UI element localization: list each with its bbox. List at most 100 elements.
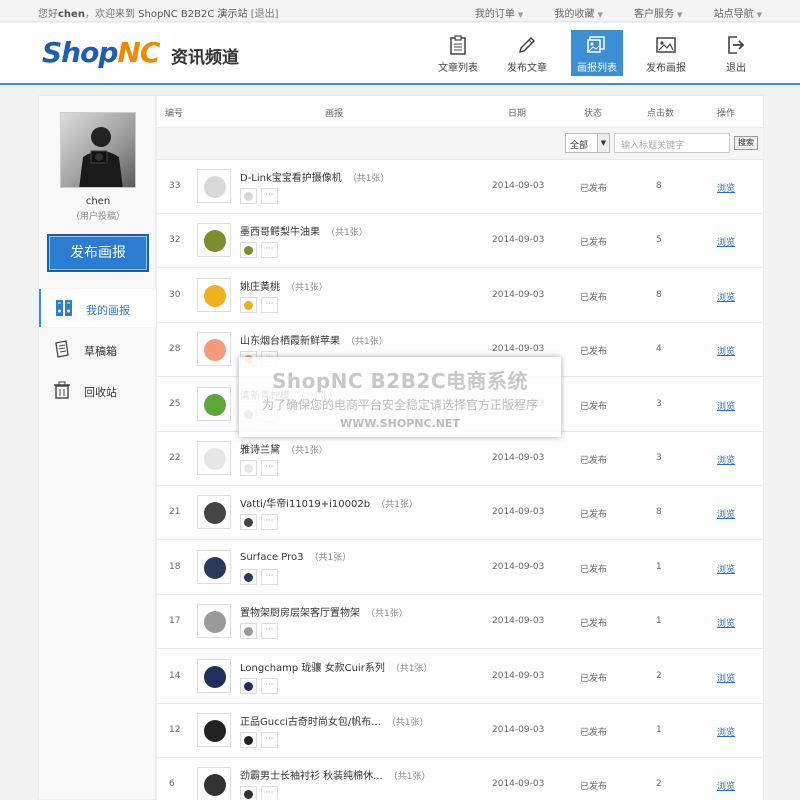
- nav-publish-picture-button[interactable]: 发布画报: [640, 30, 692, 76]
- more-thumbnails-button[interactable]: ···: [261, 188, 278, 204]
- picture-thumbnail[interactable]: [197, 549, 231, 584]
- picture-title[interactable]: D-Link宝宝看护摄像机 （共1张）: [240, 169, 390, 184]
- chevron-down-icon: ▼: [756, 11, 762, 19]
- picture-thumbnail[interactable]: [197, 169, 231, 203]
- status-select[interactable]: 全部 ▼: [565, 133, 610, 153]
- picture-title[interactable]: 山东烟台栖霞新鲜苹果 （共1张）: [240, 332, 388, 347]
- nav-publish-article-button[interactable]: 发布文章: [501, 30, 553, 76]
- logout-link[interactable]: [退出]: [251, 9, 279, 20]
- view-link[interactable]: 浏览: [717, 671, 735, 684]
- mini-thumbnail[interactable]: [240, 568, 257, 585]
- header-clicks: 点击数: [647, 109, 675, 119]
- more-thumbnails-button[interactable]: ···: [261, 677, 278, 694]
- sidebar-item-my-pictures[interactable]: 我的画报: [39, 289, 157, 327]
- picture-title[interactable]: Longchamp 珑骧 女款Cuir系列 （共1张）: [240, 659, 433, 674]
- row-id: 14: [169, 670, 181, 681]
- row-status: 已发布: [580, 673, 608, 684]
- view-link[interactable]: 浏览: [717, 562, 735, 575]
- mini-thumbnail-image: [244, 790, 253, 800]
- picture-title[interactable]: Surface Pro3 （共1张）: [240, 550, 351, 563]
- picture-thumbnail[interactable]: [197, 277, 231, 312]
- row-date: 2014-09-03: [492, 235, 545, 246]
- picture-thumbnail[interactable]: [197, 495, 231, 530]
- mini-thumbnail[interactable]: [240, 732, 257, 748]
- picture-thumbnail[interactable]: [197, 713, 231, 747]
- row-date: 2014-09-03: [492, 181, 545, 191]
- mini-thumbnail[interactable]: [240, 623, 257, 640]
- more-thumbnails-button[interactable]: ···: [261, 460, 278, 476]
- mini-thumbnail[interactable]: [240, 786, 257, 800]
- watermark-url: WWW.SHOPNC.NET: [340, 417, 460, 430]
- view-link[interactable]: 浏览: [717, 235, 735, 248]
- mini-thumbnail[interactable]: [240, 242, 257, 259]
- row-date: 2014-09-03: [492, 616, 545, 627]
- username-link[interactable]: chen: [58, 9, 85, 20]
- picture-thumbnail[interactable]: [197, 223, 231, 258]
- mini-thumbnail[interactable]: [240, 514, 257, 531]
- my-favorites-link[interactable]: 我的收藏 ▼: [540, 9, 602, 20]
- site-name-link[interactable]: ShopNC B2B2C 演示站: [138, 9, 247, 20]
- row-status: 已发布: [580, 619, 608, 630]
- picture-thumbnail[interactable]: [197, 658, 231, 693]
- picture-title[interactable]: 置物架厨房层架客厅置物架 （共1张）: [240, 604, 408, 619]
- mini-thumbnail[interactable]: [240, 460, 257, 476]
- more-thumbnails-button[interactable]: ···: [261, 786, 278, 800]
- table-row: 12 正品Gucci古奇时尚女包/帆布... （共1张） ··· 2014-09-03 已…: [157, 704, 763, 758]
- view-link[interactable]: 浏览: [717, 779, 735, 792]
- more-thumbnails-button[interactable]: ···: [261, 514, 278, 531]
- picture-frame-icon: [656, 37, 676, 53]
- sidebar-item-recycle-bin[interactable]: 回收站: [39, 371, 157, 409]
- picture-title[interactable]: 雅诗兰黛 （共1张）: [240, 441, 328, 456]
- nav-exit-button[interactable]: 退出: [710, 30, 762, 76]
- top-links: 我的订单 ▼ 我的收藏 ▼ 客户服务 ▼ 站点导航 ▼: [447, 5, 762, 20]
- more-thumbnails-button[interactable]: ···: [261, 242, 278, 259]
- thumbnail-image: [204, 556, 226, 579]
- picture-thumbnail[interactable]: [197, 386, 231, 421]
- mini-thumbnail-image: [244, 736, 253, 745]
- nav-picture-list-button[interactable]: 画报列表: [571, 30, 623, 76]
- my-orders-link[interactable]: 我的订单 ▼: [461, 9, 523, 20]
- picture-thumbnail[interactable]: [197, 441, 231, 475]
- view-link[interactable]: 浏览: [717, 725, 735, 738]
- shopnc-logo[interactable]: ShopNC: [42, 36, 160, 69]
- picture-title[interactable]: 劲霸男士长袖衬衫 秋装纯棉休... （共1张）: [240, 767, 430, 782]
- view-link[interactable]: 浏览: [717, 399, 735, 412]
- publish-picture-button[interactable]: 发布画报: [47, 234, 149, 272]
- search-button[interactable]: 搜索: [734, 136, 758, 150]
- more-thumbnails-button[interactable]: ···: [261, 623, 278, 640]
- row-clicks: 5: [656, 235, 662, 246]
- keyword-input[interactable]: 输入标题关键字: [614, 133, 730, 153]
- view-link[interactable]: 浏览: [717, 290, 735, 303]
- view-link[interactable]: 浏览: [717, 344, 735, 357]
- view-link[interactable]: 浏览: [717, 616, 735, 629]
- picture-count: （共1张）: [390, 663, 433, 674]
- view-link[interactable]: 浏览: [717, 453, 735, 466]
- avatar[interactable]: [60, 112, 136, 188]
- picture-title[interactable]: Vatti/华帝i11019+i10002b （共1张）: [240, 495, 418, 510]
- row-status: 已发布: [580, 347, 608, 358]
- row-clicks: 3: [656, 398, 662, 409]
- table-row: 6 劲霸男士长袖衬衫 秋装纯棉休... （共1张） ··· 2014-09-03 已发布 2…: [157, 758, 763, 800]
- more-thumbnails-button[interactable]: ···: [261, 296, 278, 313]
- mini-thumbnail-image: [244, 572, 253, 582]
- view-link[interactable]: 浏览: [717, 181, 735, 194]
- site-nav-link[interactable]: 站点导航 ▼: [700, 9, 762, 20]
- mini-thumbnail[interactable]: [240, 677, 257, 694]
- picture-thumbnail[interactable]: [197, 332, 231, 367]
- nav-article-list-button[interactable]: 文章列表: [432, 30, 484, 76]
- picture-thumbnail[interactable]: [197, 767, 231, 800]
- picture-thumbnail[interactable]: [197, 604, 231, 639]
- view-link[interactable]: 浏览: [717, 507, 735, 520]
- picture-title[interactable]: 姚庄黄桃 （共1张）: [240, 278, 328, 293]
- sidebar-item-drafts[interactable]: 草稿箱: [39, 330, 157, 368]
- picture-list-icon: [587, 36, 605, 53]
- table-header: 编号 画报 日期 状态 点击数 操作: [157, 96, 763, 128]
- customer-service-link[interactable]: 客户服务 ▼: [620, 9, 682, 20]
- more-thumbnails-button[interactable]: ···: [261, 568, 278, 585]
- more-thumbnails-button[interactable]: ···: [261, 732, 278, 748]
- picture-title[interactable]: 正品Gucci古奇时尚女包/帆布... （共1张）: [240, 713, 429, 728]
- mini-thumbnail[interactable]: [240, 296, 257, 313]
- mini-thumbnail[interactable]: [240, 188, 257, 204]
- picture-count: （共1张）: [309, 552, 352, 563]
- picture-title[interactable]: 墨西哥鳄梨牛油果 （共1张）: [240, 223, 368, 238]
